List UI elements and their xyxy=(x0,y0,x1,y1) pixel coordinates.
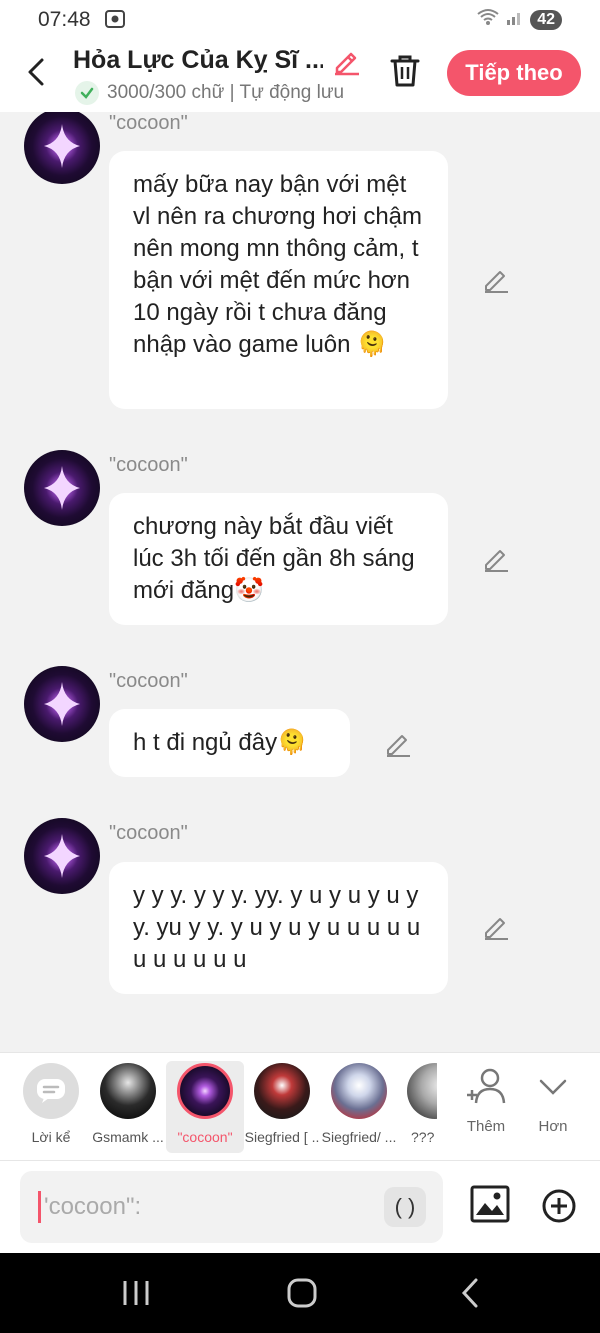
home-button[interactable] xyxy=(286,1277,318,1314)
system-nav-bar xyxy=(0,1253,600,1333)
status-time: 07:48 xyxy=(38,8,91,31)
message-author: "cocoon" xyxy=(109,112,188,134)
add-person-icon xyxy=(467,1068,506,1104)
message-author: "cocoon" xyxy=(109,454,188,476)
message-author: "cocoon" xyxy=(109,670,188,692)
recent-apps-button[interactable] xyxy=(121,1277,151,1314)
status-bar: 07:48 42 xyxy=(0,0,600,40)
story-title: Hỏa Lực Của Kỵ Sĩ ... xyxy=(73,46,323,74)
sparkle-avatar-icon xyxy=(44,682,80,726)
chat-area[interactable]: "cocoon" mấy bữa nay bận với mệt vl nên … xyxy=(0,112,600,1052)
character-label: Gsmamk ... xyxy=(92,1129,164,1145)
message-bubble[interactable]: chương này bắt đầu viết lúc 3h tối đến g… xyxy=(109,493,448,625)
character-label: Siegfried/ ... xyxy=(321,1129,397,1145)
wifi-icon xyxy=(476,7,500,32)
insert-image-button[interactable] xyxy=(470,1185,510,1228)
chevron-down-icon xyxy=(539,1079,567,1095)
status-icons: 42 xyxy=(476,7,562,32)
battery-badge: 42 xyxy=(530,9,562,30)
add-character-button[interactable]: Thêm xyxy=(462,1067,510,1135)
editor-header: Hỏa Lực Của Kỵ Sĩ ... 3000/300 chữ | Tự … xyxy=(0,40,600,112)
character-siegfried-2[interactable]: Siegfried/ ... xyxy=(320,1061,398,1145)
edit-message-icon[interactable] xyxy=(384,730,412,763)
speech-bubble-icon xyxy=(37,1079,65,1103)
next-button[interactable]: Tiếp theo xyxy=(447,50,581,96)
character-label: "cocoon" xyxy=(177,1129,233,1145)
back-button[interactable] xyxy=(22,54,52,90)
character-label: Lời kể xyxy=(31,1129,71,1145)
edit-message-icon[interactable] xyxy=(482,266,510,299)
sparkle-avatar-icon xyxy=(44,466,80,510)
character-label: Siegfried [ .. xyxy=(244,1129,320,1145)
save-status: 3000/300 chữ | Tự động lưu xyxy=(75,81,344,105)
composer: ( ) xyxy=(0,1160,600,1253)
avatar[interactable] xyxy=(24,450,100,526)
signal-icon xyxy=(506,8,524,31)
screen-record-icon xyxy=(104,8,126,35)
character-selector: Lời kể Gsmamk ... "cocoon" Siegfried [ .… xyxy=(0,1052,600,1160)
more-characters-button[interactable]: Hơn xyxy=(530,1067,576,1135)
plus-circle-icon xyxy=(542,1189,576,1223)
recent-apps-icon xyxy=(123,1281,149,1305)
narrator-avatar xyxy=(23,1063,79,1119)
message-bubble[interactable]: mấy bữa nay bận với mệt vl nên ra chương… xyxy=(109,151,448,409)
avatar[interactable] xyxy=(24,666,100,742)
sparkle-avatar-icon xyxy=(44,124,80,168)
character-label: ??? xyxy=(411,1129,435,1145)
add-button[interactable] xyxy=(541,1188,577,1229)
sparkle-avatar-icon xyxy=(44,834,80,878)
add-label: Thêm xyxy=(466,1118,506,1135)
image-icon xyxy=(470,1185,510,1223)
word-count-status: 3000/300 chữ | Tự động lưu xyxy=(107,82,345,103)
avatar xyxy=(177,1063,233,1119)
edit-title-icon[interactable] xyxy=(331,46,361,81)
message-bubble[interactable]: h t đi ngủ đây🫠 xyxy=(109,709,350,777)
character-unknown[interactable]: ??? xyxy=(397,1061,437,1145)
message-author: "cocoon" xyxy=(109,822,188,844)
character-siegfried-1[interactable]: Siegfried [ .. xyxy=(243,1061,321,1145)
avatar xyxy=(254,1063,310,1119)
edit-message-icon[interactable] xyxy=(482,545,510,578)
message-input-box[interactable]: ( ) xyxy=(20,1171,443,1243)
system-back-button[interactable] xyxy=(458,1277,484,1314)
home-icon xyxy=(287,1278,317,1308)
avatar xyxy=(331,1063,387,1119)
edit-message-icon[interactable] xyxy=(482,913,510,946)
avatar xyxy=(407,1063,437,1119)
avatar[interactable] xyxy=(24,112,100,184)
character-gsmamk[interactable]: Gsmamk ... xyxy=(89,1061,167,1145)
avatar[interactable] xyxy=(24,818,100,894)
trash-button[interactable] xyxy=(389,54,421,93)
trash-icon xyxy=(390,55,420,87)
character-narrator[interactable]: Lời kể xyxy=(12,1061,90,1145)
more-label: Hơn xyxy=(538,1118,568,1135)
back-arrow-icon xyxy=(461,1278,478,1308)
chevron-left-icon xyxy=(28,58,44,86)
parentheses-button[interactable]: ( ) xyxy=(384,1187,426,1227)
check-icon xyxy=(75,81,99,105)
character-cocoon[interactable]: "cocoon" xyxy=(166,1061,244,1153)
message-input[interactable] xyxy=(44,1187,374,1227)
message-bubble[interactable]: y y y. y y y. yy. y u y u y u y y. yu y … xyxy=(109,862,448,994)
avatar xyxy=(100,1063,156,1119)
text-caret xyxy=(38,1191,41,1223)
